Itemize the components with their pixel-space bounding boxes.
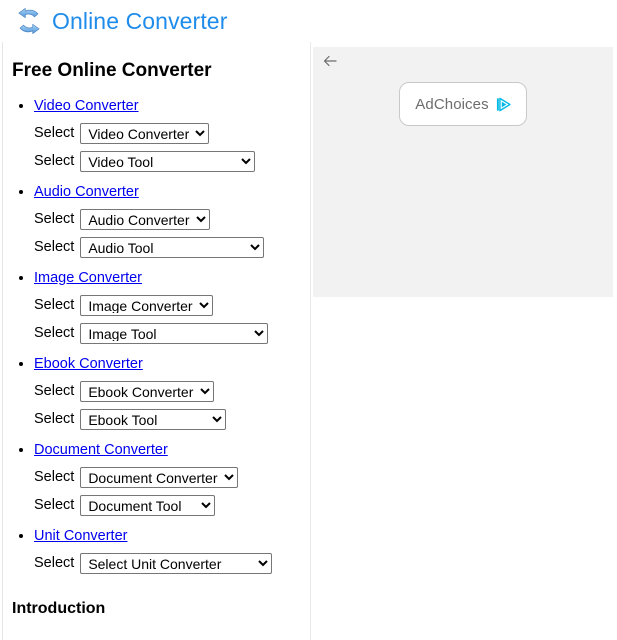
select-row: Select Document Converter — [34, 466, 302, 488]
select-document-tool[interactable]: Document Tool — [80, 494, 216, 516]
select-label: Select — [34, 383, 75, 400]
select-row: Select Ebook Converter — [34, 380, 302, 402]
select-label: Select — [34, 555, 75, 572]
select-label: Select — [34, 469, 75, 486]
select-unit-converter[interactable]: Select Unit Converter — [80, 552, 273, 574]
refresh-arrows-icon — [14, 6, 44, 36]
ad-column-rule — [310, 42, 311, 640]
select-image-tool[interactable]: Image Tool — [80, 322, 269, 344]
select-label: Select — [34, 153, 75, 170]
select-ebook-tool[interactable]: Ebook Tool — [80, 408, 227, 430]
select-audio-converter[interactable]: Audio Converter — [80, 208, 211, 230]
select-label: Select — [34, 325, 75, 342]
site-header: Online Converter — [0, 0, 617, 42]
main-content-column: Free Online Converter Video Converter Se… — [0, 42, 310, 618]
select-document-converter[interactable]: Document Converter — [80, 466, 239, 488]
select-row: Select Audio Tool — [34, 236, 302, 258]
select-row: Select Video Tool — [34, 150, 302, 172]
page-title: Free Online Converter — [12, 60, 212, 81]
select-label: Select — [34, 211, 75, 228]
adchoices-label: AdChoices — [415, 95, 489, 113]
select-label: Select — [34, 239, 75, 256]
page-body: Free Online Converter Video Converter Se… — [0, 42, 617, 640]
site-title: Online Converter — [52, 7, 228, 34]
list-item: Ebook Converter Select Ebook Converter S… — [34, 353, 302, 430]
arrow-left-icon[interactable] — [322, 53, 338, 69]
select-row: Select Image Converter — [34, 294, 302, 316]
list-item: Image Converter Select Image Converter S… — [34, 267, 302, 344]
section-heading-introduction: Introduction — [12, 599, 106, 617]
select-label: Select — [34, 125, 75, 142]
link-video-converter[interactable]: Video Converter — [34, 95, 139, 117]
link-unit-converter[interactable]: Unit Converter — [34, 525, 127, 547]
select-audio-tool[interactable]: Audio Tool — [80, 236, 265, 258]
link-audio-converter[interactable]: Audio Converter — [34, 181, 139, 203]
select-row: Select Select Unit Converter — [34, 552, 302, 574]
select-row: Select Document Tool — [34, 494, 302, 516]
select-ebook-converter[interactable]: Ebook Converter — [80, 380, 215, 402]
advertisement-panel: AdChoices — [313, 47, 613, 297]
list-item: Video Converter Select Video Converter S… — [34, 95, 302, 172]
list-item: Document Converter Select Document Conve… — [34, 439, 302, 516]
adchoices-button[interactable]: AdChoices — [399, 82, 527, 126]
select-video-tool[interactable]: Video Tool — [80, 150, 256, 172]
select-row: Select Ebook Tool — [34, 408, 302, 430]
select-label: Select — [34, 297, 75, 314]
select-row: Select Audio Converter — [34, 208, 302, 230]
select-label: Select — [34, 411, 75, 428]
link-document-converter[interactable]: Document Converter — [34, 439, 168, 461]
link-image-converter[interactable]: Image Converter — [34, 267, 142, 289]
select-video-converter[interactable]: Video Converter — [80, 122, 210, 144]
list-item: Audio Converter Select Audio Converter S… — [34, 181, 302, 258]
list-item: Unit Converter Select Select Unit Conver… — [34, 525, 302, 574]
adchoices-triangle-icon — [496, 97, 511, 112]
select-row: Select Video Converter — [34, 122, 302, 144]
select-image-converter[interactable]: Image Converter — [80, 294, 214, 316]
converter-list: Video Converter Select Video Converter S… — [12, 95, 302, 574]
link-ebook-converter[interactable]: Ebook Converter — [34, 353, 143, 375]
select-label: Select — [34, 497, 75, 514]
select-row: Select Image Tool — [34, 322, 302, 344]
